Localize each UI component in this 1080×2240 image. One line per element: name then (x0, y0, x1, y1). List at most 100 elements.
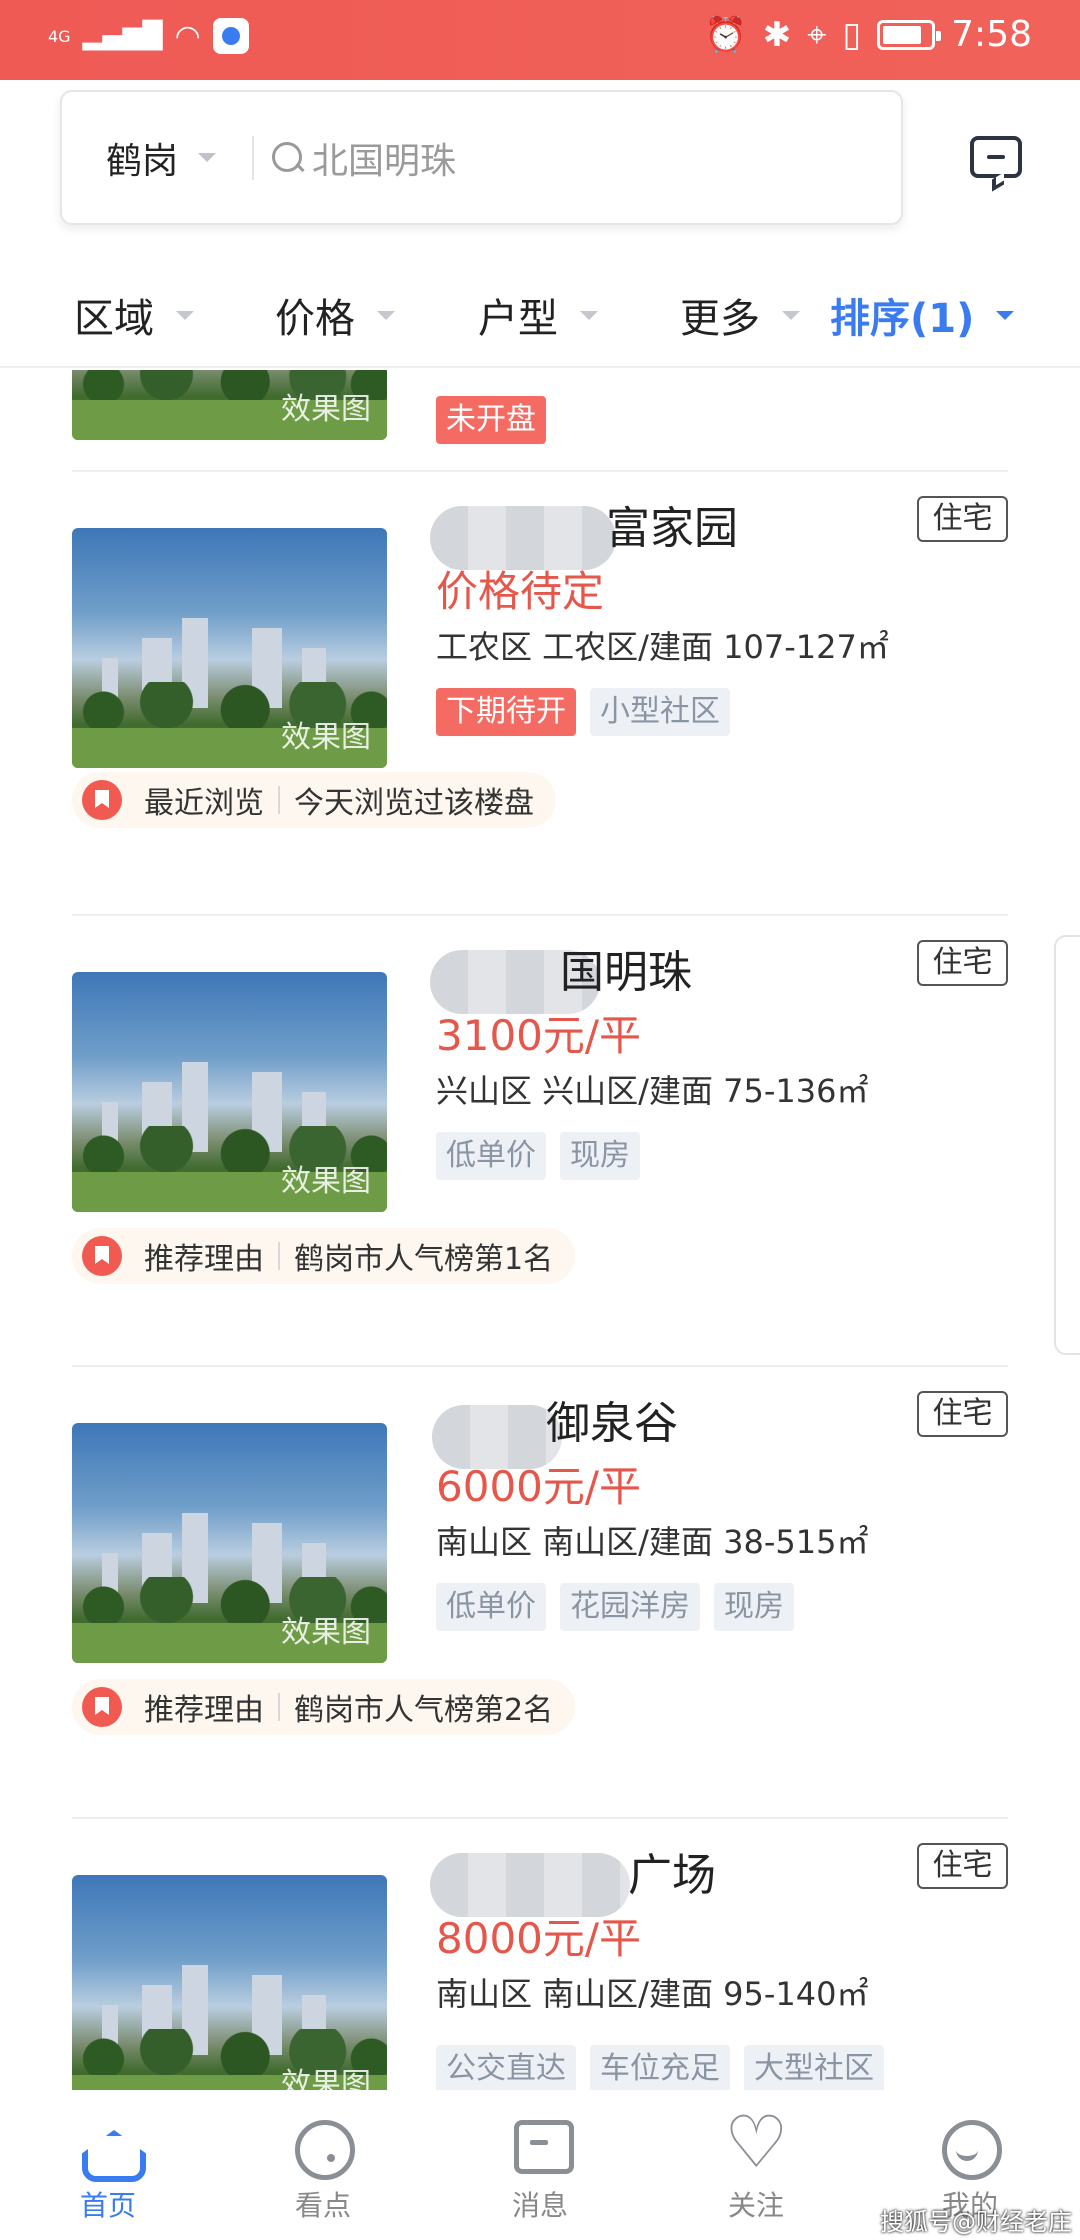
listing-price: 价格待定 (436, 567, 605, 616)
listing-name: 富家园 (606, 503, 738, 554)
image-watermark: 效果图 (281, 392, 371, 427)
listing-name: 广场 (628, 1850, 716, 1901)
profile-icon (938, 2116, 1002, 2180)
tag: 大型社区 (744, 2045, 884, 2090)
signal-icon: ▂▄▆█ (82, 21, 163, 51)
listing-image: 效果图 (72, 1875, 387, 2090)
tab-label: 首页 (79, 2189, 136, 2222)
home-icon (76, 2116, 140, 2180)
status-right: ⏰ ✱ ⌖ ▯ 7:58 (704, 14, 1032, 55)
tab-label: 关注 (727, 2189, 784, 2222)
baidu-app-icon (212, 18, 249, 54)
filter-label: 排序(1) (830, 296, 975, 342)
divider (72, 470, 1008, 472)
listing-name: 御泉谷 (546, 1398, 678, 1449)
filter-bar: 区域 价格 户型 更多 排序(1) (0, 258, 1080, 368)
listing-image: 效果图 (72, 370, 387, 440)
reason-text: 鹤岗市人气榜第2名 (294, 1693, 554, 1728)
tag: 现房 (714, 1583, 794, 1631)
status-bar: 4G ▂▄▆█ ◠ ⏰ ✱ ⌖ ▯ 7:58 (0, 0, 1080, 80)
filter-label: 户型 (478, 296, 558, 342)
bookmark-icon (82, 1236, 122, 1276)
property-type-badge: 住宅 (917, 496, 1008, 542)
filter-layout[interactable]: 户型 (478, 286, 598, 344)
divider (72, 1817, 1008, 1819)
tab-label: 消息 (511, 2189, 568, 2222)
status-time: 7:58 (951, 14, 1032, 55)
heart-icon (724, 2102, 788, 2182)
tag: 低单价 (436, 1583, 546, 1631)
divider (72, 914, 1008, 916)
filter-region[interactable]: 区域 (74, 286, 194, 344)
chevron-down-icon (198, 153, 217, 162)
message-icon (508, 2116, 574, 2180)
listing-name: 国明珠 (560, 947, 692, 998)
city-label: 鹤岗 (106, 140, 179, 182)
property-type-badge: 住宅 (917, 1391, 1008, 1437)
divider (72, 1365, 1008, 1367)
separator (278, 1242, 280, 1270)
listing-address: 兴山区 兴山区/建面 75-136㎡ (436, 1072, 869, 1110)
listing-image: 效果图 (72, 972, 387, 1212)
filter-sort[interactable]: 排序(1) (830, 286, 1015, 344)
image-watermark: 效果图 (281, 720, 371, 755)
image-watermark: 效果图 (281, 1164, 371, 1199)
search-input[interactable]: 北国明珠 (312, 132, 456, 184)
discover-icon (291, 2116, 355, 2180)
tag: 车位充足 (590, 2045, 730, 2090)
bookmark-icon (82, 780, 122, 820)
image-watermark: 效果图 (281, 1615, 371, 1650)
tag: 花园洋房 (560, 1583, 700, 1631)
tab-home[interactable]: 首页 (48, 2116, 168, 2224)
divider (252, 135, 255, 180)
listing-price: 6000元/平 (436, 1462, 642, 1511)
filter-price[interactable]: 价格 (275, 286, 395, 344)
message-icon (970, 136, 1022, 178)
battery-icon (877, 19, 942, 50)
city-selector[interactable]: 鹤岗 (106, 132, 217, 184)
status-left: 4G ▂▄▆█ ◠ (48, 18, 249, 54)
tag-list: 低单价 现房 (436, 1132, 640, 1180)
listing-price: 8000元/平 (436, 1914, 642, 1963)
tab-follow[interactable]: 关注 (696, 2102, 816, 2224)
listing-image: 效果图 (72, 1423, 387, 1663)
location-icon: ⌖ (807, 14, 827, 55)
bookmark-icon (82, 1687, 122, 1727)
image-watermark: 效果图 (281, 2067, 371, 2090)
listing-address: 工农区 工农区/建面 107-127㎡ (436, 628, 889, 666)
reason-label: 最近浏览 (144, 786, 264, 821)
property-type-badge: 住宅 (917, 940, 1008, 986)
search-bar: 鹤岗 北国明珠 (60, 90, 903, 225)
tab-messages[interactable]: 消息 (480, 2116, 600, 2224)
search-icon (270, 140, 306, 176)
wifi-icon: ◠ (174, 18, 201, 54)
chevron-down-icon (996, 310, 1015, 320)
message-button[interactable] (966, 130, 1030, 194)
chevron-down-icon (176, 310, 194, 320)
network-label: 4G (48, 26, 71, 46)
side-scroll-handle[interactable] (1054, 935, 1080, 1355)
tab-label: 看点 (294, 2189, 351, 2222)
tab-kandian[interactable]: 看点 (263, 2116, 383, 2224)
reason-label: 推荐理由 (144, 1693, 264, 1728)
alarm-icon: ⏰ (704, 14, 747, 55)
separator (278, 786, 280, 814)
filter-label: 价格 (275, 296, 355, 342)
listing-price: 3100元/平 (436, 1011, 642, 1060)
bluetooth-icon: ✱ (762, 14, 792, 55)
tag-list: 未开盘 (436, 396, 546, 444)
vibrate-icon: ▯ (842, 14, 862, 55)
reason-label: 推荐理由 (144, 1242, 264, 1277)
tag: 小型社区 (590, 688, 730, 736)
filter-label: 更多 (680, 296, 760, 342)
reason-pill: 推荐理由 鹤岗市人气榜第1名 (72, 1228, 576, 1284)
reason-text: 鹤岗市人气榜第1名 (294, 1242, 554, 1277)
filter-more[interactable]: 更多 (680, 286, 800, 344)
filter-label: 区域 (74, 296, 154, 342)
separator (278, 1693, 280, 1721)
tag: 未开盘 (436, 396, 546, 444)
tag-list: 公交直达 车位充足 大型社区 (436, 2045, 884, 2090)
chevron-down-icon (377, 310, 395, 320)
tag-list: 下期待开 小型社区 (436, 688, 730, 736)
tag: 公交直达 (436, 2045, 576, 2090)
